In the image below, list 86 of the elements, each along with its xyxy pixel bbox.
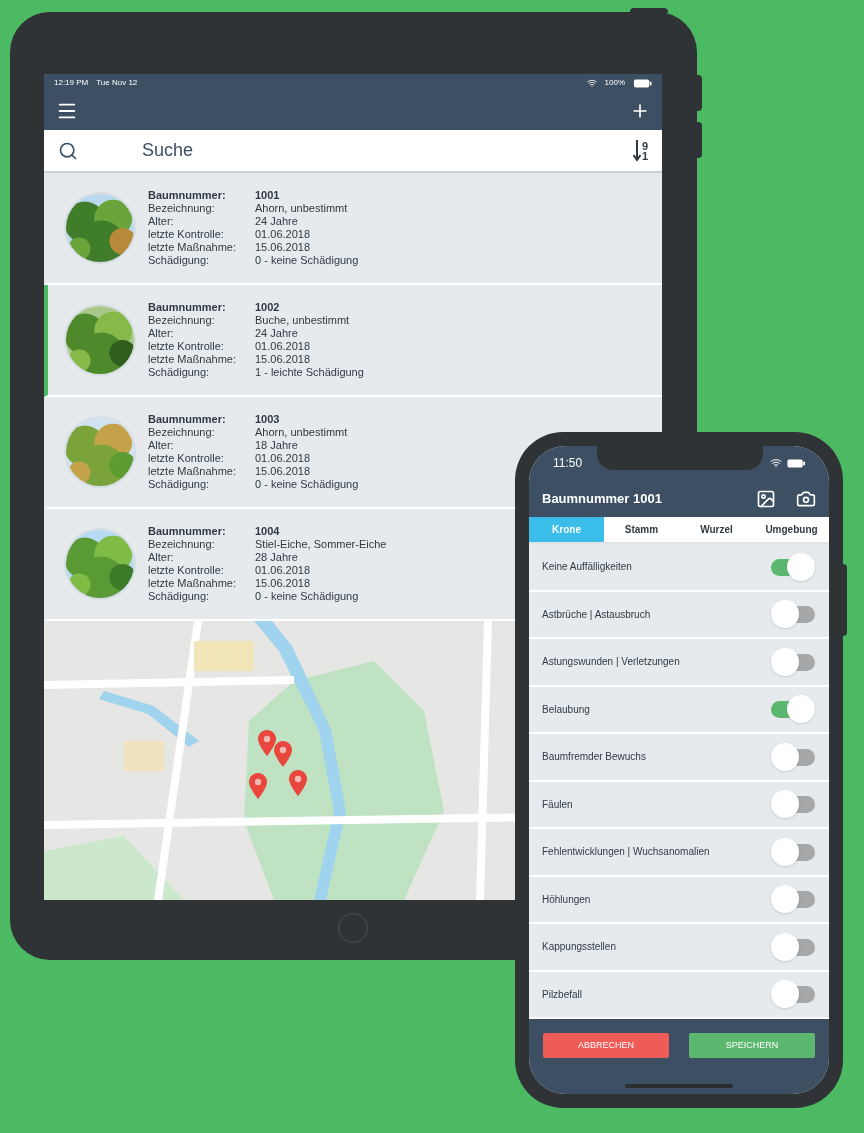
field-label: Schädigung: (148, 478, 211, 491)
field-value: 0 - keine Schädigung (255, 478, 359, 491)
toggle-switch[interactable] (771, 980, 815, 1009)
field-value: 15.06.2018 (255, 353, 312, 366)
field-value: 15.06.2018 (255, 465, 312, 478)
field-label: Baumnummer: (148, 189, 227, 202)
field-value: 24 Jahre (255, 327, 299, 340)
field-label: Schädigung: (148, 366, 211, 379)
field-value: 1003 (255, 413, 281, 426)
option-label: Fäulen (542, 797, 573, 812)
field-value: 0 - keine Schädigung (255, 590, 360, 603)
option-label: Astbrüche | Astausbruch (542, 607, 651, 622)
option-label: Belaubung (542, 702, 590, 717)
field-label: Bezeichnung: (148, 202, 216, 215)
wifi-icon (586, 78, 597, 88)
field-value: 18 Jahre (255, 439, 299, 452)
field-label: letzte Maßnahme: (148, 353, 238, 366)
field-value: 1001 (255, 189, 281, 202)
field-value: 01.06.2018 (255, 228, 312, 241)
field-label: Alter: (148, 327, 175, 340)
sort-button[interactable]: 9 1 (632, 139, 648, 162)
status-date: Tue Nov 12 (96, 77, 138, 89)
tree-list-item[interactable]: Baumnummer: 1002 Bezeichnung: Buche, unbestimmt Alter: 24 Jahre letzte Kontrolle: 01.06.2018 letzte Maßnahme: 15.06.2018 Schädigung: 1 - leichte Schädigung (44, 285, 662, 397)
battery-icon (787, 458, 805, 468)
field-label: Alter: (148, 439, 175, 452)
field-label: letzte Maßnahme: (148, 241, 238, 254)
option-label: Astungswunden | Verletzungen (542, 655, 680, 670)
field-label: Schädigung: (148, 254, 211, 267)
toggle-switch[interactable] (771, 742, 815, 771)
field-value: 1002 (255, 301, 281, 314)
gallery-button[interactable] (756, 488, 776, 509)
field-value: 1 - leichte Schädigung (255, 366, 364, 379)
option-label: Kappungsstellen (542, 940, 616, 955)
field-label: Bezeichnung: (148, 426, 216, 439)
field-label: Alter: (148, 551, 175, 564)
field-value: 01.06.2018 (255, 340, 312, 353)
toggle-switch[interactable] (771, 790, 815, 819)
toggle-switch[interactable] (771, 837, 815, 866)
field-value: 15.06.2018 (255, 241, 312, 254)
toggle-switch[interactable] (771, 647, 815, 676)
field-value: Buche, unbestimmt (255, 314, 351, 327)
field-label: Bezeichnung: (148, 538, 216, 551)
field-value: 24 Jahre (255, 215, 299, 228)
toggle-switch[interactable] (771, 695, 815, 724)
field-label: letzte Kontrolle: (148, 228, 225, 241)
field-value: 01.06.2018 (255, 452, 312, 465)
field-label: Schädigung: (148, 590, 211, 603)
field-value: 1004 (255, 525, 281, 538)
field-label: letzte Maßnahme: (148, 577, 238, 590)
field-label: letzte Maßnahme: (148, 465, 238, 478)
toggle-switch[interactable] (771, 885, 815, 914)
field-value: 15.06.2018 (255, 577, 312, 590)
field-value: 0 - keine Schädigung (255, 254, 359, 267)
field-label: letzte Kontrolle: (148, 452, 225, 465)
field-label: letzte Kontrolle: (148, 564, 225, 577)
search-icon (58, 140, 78, 161)
field-label: Bezeichnung: (148, 314, 216, 327)
field-value: Ahorn, unbestimmt (255, 426, 349, 439)
field-label: Baumnummer: (148, 525, 227, 538)
option-label: Baumfremder Bewuchs (542, 750, 646, 765)
toggle-switch[interactable] (771, 600, 815, 629)
field-value: Stiel-Eiche, Sommer-Eiche (255, 538, 387, 551)
option-label: Fehlentwicklungen | Wuchsanomalien (542, 845, 710, 860)
field-label: Alter: (148, 215, 175, 228)
screen-title: Baumnummer 1001 (542, 489, 663, 508)
toggle-switch[interactable] (771, 932, 815, 961)
option-label: Höhlungen (542, 892, 591, 907)
status-time: 11:50 (553, 455, 583, 472)
status-time: 12:19 PM (54, 77, 89, 89)
field-label: Baumnummer: (148, 301, 227, 314)
option-label: Pilzbefall (542, 987, 583, 1002)
field-value: Ahorn, unbestimmt (255, 202, 349, 215)
field-label: letzte Kontrolle: (148, 340, 225, 353)
map-pin-icon[interactable] (274, 741, 292, 767)
battery-percent: 100% (604, 77, 625, 89)
map-pin-icon[interactable] (258, 730, 276, 756)
toggle-switch[interactable] (771, 552, 815, 581)
field-label: Baumnummer: (148, 413, 227, 426)
search-field[interactable]: Suche 9 1 (44, 130, 662, 173)
map-pin-icon[interactable] (249, 773, 267, 799)
map-pin-icon[interactable] (289, 770, 307, 796)
field-value: 01.06.2018 (255, 564, 312, 577)
battery-icon (633, 78, 652, 88)
option-label: Keine Auffälligkeiten (542, 560, 632, 575)
field-value: 28 Jahre (255, 551, 299, 564)
wifi-icon (770, 457, 782, 469)
